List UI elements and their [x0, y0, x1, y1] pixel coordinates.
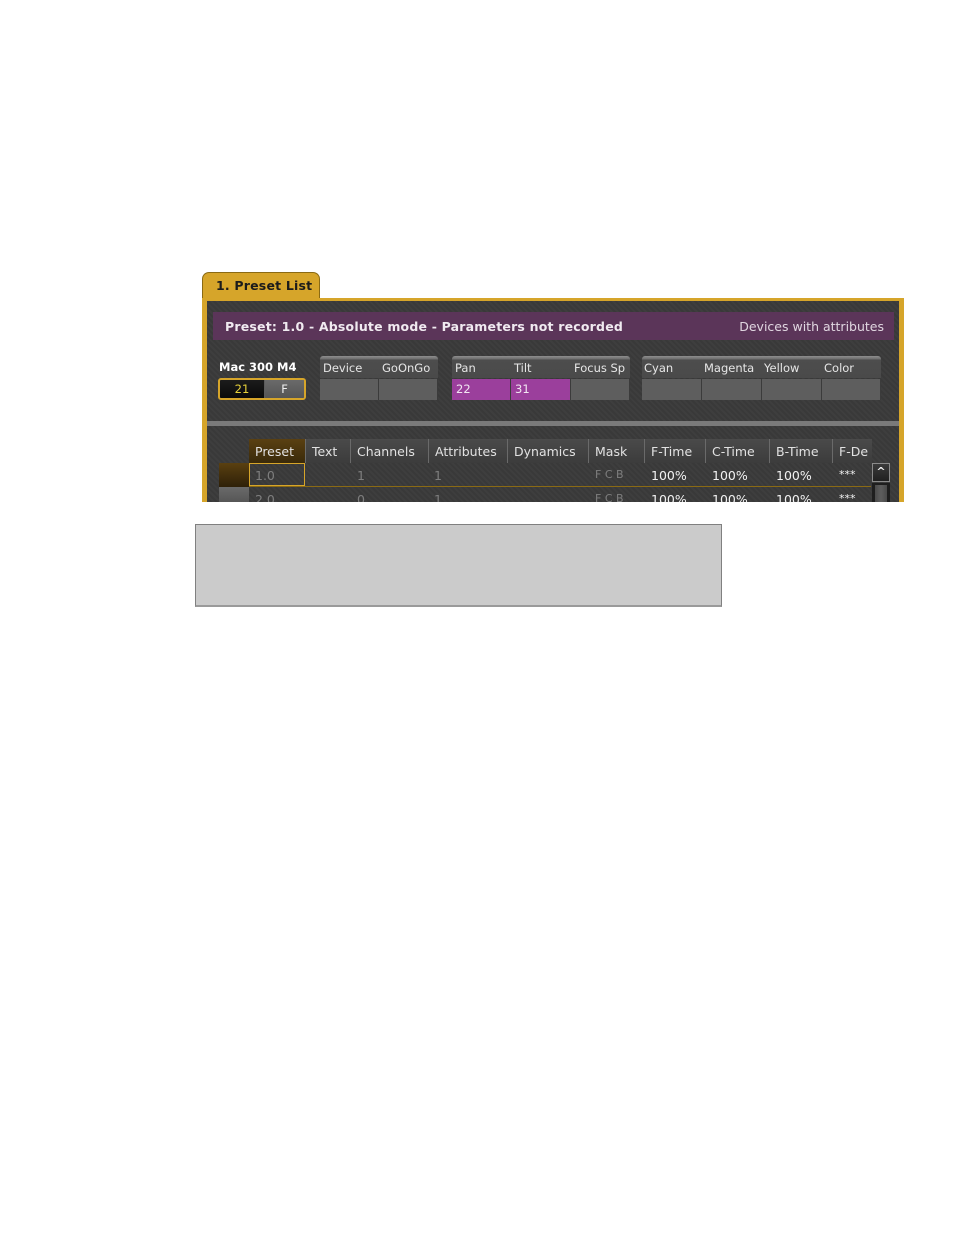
- devices-with-attributes-label[interactable]: Devices with attributes: [739, 319, 884, 334]
- attribute-group-position: Pan Tilt Focus Sp 22 31: [452, 356, 630, 402]
- column-header-b-time[interactable]: B-Time: [769, 439, 832, 463]
- column-header-text[interactable]: Text: [305, 439, 350, 463]
- column-header-f-time[interactable]: F-Time: [644, 439, 705, 463]
- attr-cell-pan[interactable]: 22: [452, 379, 511, 400]
- attr-cell-magenta[interactable]: [702, 379, 762, 400]
- cell-f-delay[interactable]: ***: [839, 468, 856, 481]
- row-handle[interactable]: [219, 487, 249, 502]
- column-header-channels[interactable]: Channels: [350, 439, 428, 463]
- tab-preset-list[interactable]: 1. Preset List: [202, 272, 320, 300]
- group-header: Device GoOnGo: [320, 356, 438, 378]
- cell-mask[interactable]: F C B: [595, 468, 624, 481]
- preset-header-bar: Preset: 1.0 - Absolute mode - Parameters…: [213, 312, 894, 340]
- attr-label-goongo: GoOnGo: [382, 361, 431, 375]
- attribute-group-device: Device GoOnGo: [320, 356, 438, 402]
- attr-cell-yellow[interactable]: [762, 379, 822, 400]
- attr-cell-goongo[interactable]: [379, 379, 438, 400]
- attr-label-magenta: Magenta: [704, 361, 755, 375]
- preset-list-panel: Preset: 1.0 - Absolute mode - Parameters…: [202, 298, 904, 502]
- scrollbar-track[interactable]: [872, 483, 890, 502]
- attr-cell-cyan[interactable]: [642, 379, 702, 400]
- attr-cell-color[interactable]: [822, 379, 881, 400]
- group-header: Pan Tilt Focus Sp: [452, 356, 630, 378]
- device-name: Mac 300 M4: [219, 360, 297, 374]
- attr-cell-device[interactable]: [320, 379, 379, 400]
- device-number[interactable]: 21: [220, 380, 264, 398]
- scroll-up-button[interactable]: ^: [872, 463, 890, 482]
- cell-b-time[interactable]: 100%: [776, 468, 812, 483]
- attr-label-cyan: Cyan: [644, 361, 674, 375]
- attr-label-yellow: Yellow: [764, 361, 800, 375]
- group-header: Cyan Magenta Yellow Color: [642, 356, 881, 378]
- cell-preset[interactable]: 1.0: [255, 468, 275, 483]
- column-header-f-delay[interactable]: F-De: [832, 439, 872, 463]
- preset-header-title: Preset: 1.0 - Absolute mode - Parameters…: [225, 319, 624, 334]
- cell-b-time[interactable]: 100%: [776, 492, 812, 502]
- cell-c-time[interactable]: 100%: [712, 492, 748, 502]
- table-row[interactable]: 2.0 0 1 F C B 100% 100% 100% ***: [207, 487, 899, 502]
- cell-f-time[interactable]: 100%: [651, 492, 687, 502]
- attr-label-pan: Pan: [455, 361, 476, 375]
- cell-f-delay[interactable]: ***: [839, 492, 856, 502]
- column-header-c-time[interactable]: C-Time: [705, 439, 769, 463]
- caption-placeholder-box: [195, 524, 722, 607]
- column-header-preset[interactable]: Preset: [249, 439, 305, 463]
- column-header-mask[interactable]: Mask: [588, 439, 644, 463]
- scrollbar-thumb[interactable]: [875, 485, 887, 502]
- column-header-dynamics[interactable]: Dynamics: [507, 439, 588, 463]
- attr-cell-tilt[interactable]: 31: [511, 379, 571, 400]
- cell-attributes[interactable]: 1: [434, 492, 442, 502]
- cell-attributes[interactable]: 1: [434, 468, 442, 483]
- cell-f-time[interactable]: 100%: [651, 468, 687, 483]
- chevron-up-icon: ^: [876, 465, 886, 478]
- section-divider[interactable]: [207, 421, 899, 426]
- table-row[interactable]: 1.0 1 1 F C B 100% 100% 100% ***: [207, 463, 899, 487]
- preset-table-header: Preset Text Channels Attributes Dynamics…: [207, 439, 899, 463]
- attr-label-tilt: Tilt: [514, 361, 532, 375]
- panel-body: Preset: 1.0 - Absolute mode - Parameters…: [207, 301, 899, 502]
- row-handle[interactable]: [219, 463, 249, 487]
- device-selector[interactable]: 21 F: [218, 378, 306, 400]
- attr-cell-focus-speed[interactable]: [571, 379, 630, 400]
- cell-channels[interactable]: 1: [357, 468, 365, 483]
- cell-preset[interactable]: 2.0: [255, 492, 275, 502]
- device-flag[interactable]: F: [265, 380, 304, 398]
- attr-label-color: Color: [824, 361, 855, 375]
- attr-label-device: Device: [323, 361, 363, 375]
- attr-label-focus-speed: Focus Sp: [574, 361, 626, 375]
- column-header-attributes[interactable]: Attributes: [428, 439, 507, 463]
- attribute-group-color: Cyan Magenta Yellow Color: [642, 356, 881, 402]
- cell-channels[interactable]: 0: [357, 492, 365, 502]
- cell-c-time[interactable]: 100%: [712, 468, 748, 483]
- cell-mask[interactable]: F C B: [595, 492, 624, 502]
